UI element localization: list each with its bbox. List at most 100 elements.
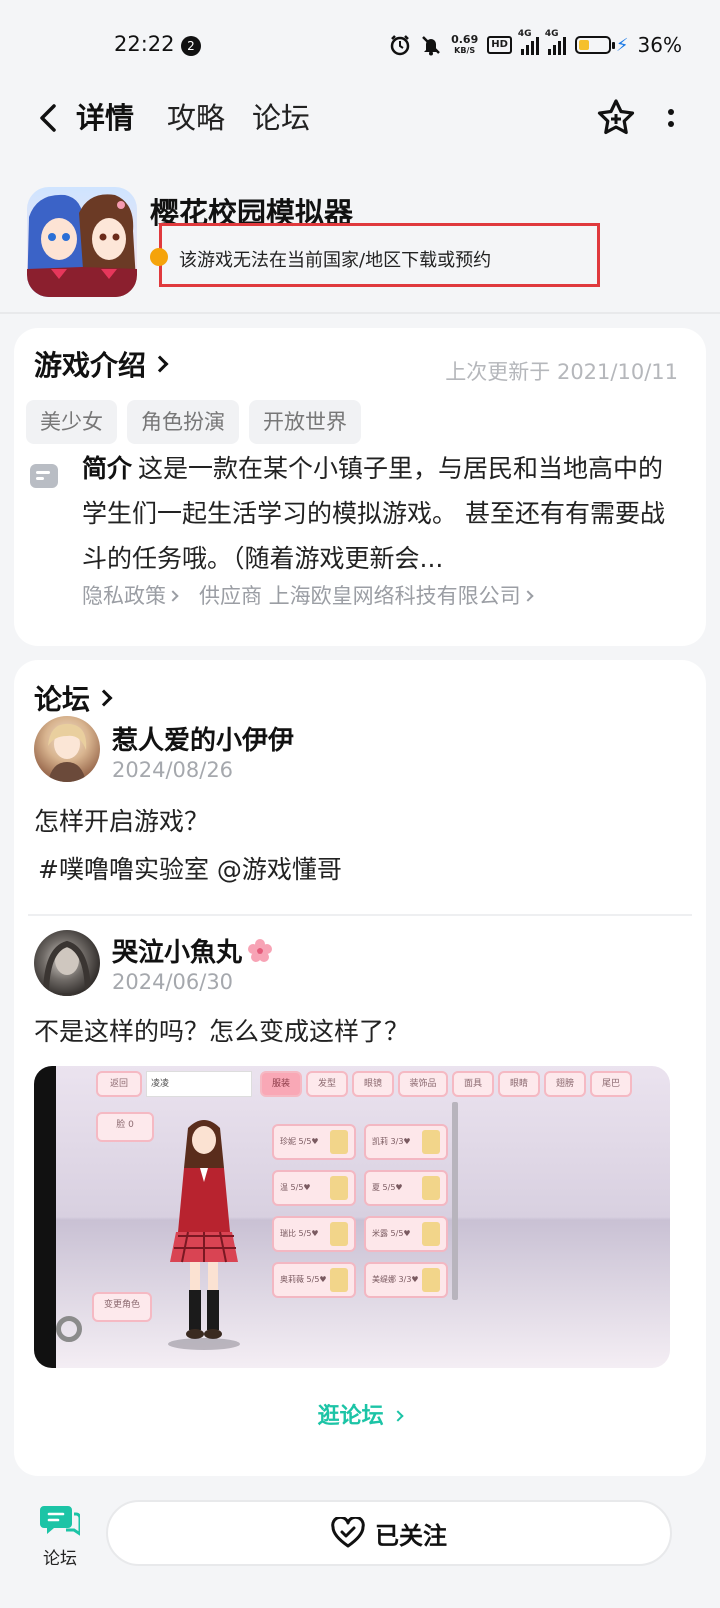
item-count: 5/5♥ bbox=[306, 1275, 327, 1284]
game-tab: 翅膀 bbox=[544, 1071, 586, 1097]
status-bar: 22:22 2 0.69 KB/S HD 4G 4G ⚡ 36% bbox=[0, 0, 720, 92]
forum-title-link[interactable]: 论坛 bbox=[34, 678, 113, 718]
notification-badge: 2 bbox=[181, 36, 201, 56]
lock-icon bbox=[330, 1176, 348, 1200]
network-speed: 0.69 KB/S bbox=[451, 34, 478, 56]
game-tab: 眼镜 bbox=[352, 1071, 394, 1097]
game-tab: 尾巴 bbox=[590, 1071, 632, 1097]
post-username[interactable]: 惹人爱的小伊伊 bbox=[112, 720, 294, 757]
item-count: 5/5♥ bbox=[382, 1183, 403, 1192]
avatar[interactable] bbox=[34, 930, 100, 996]
back-button[interactable] bbox=[28, 98, 68, 138]
lock-icon bbox=[330, 1268, 348, 1292]
battery-icon bbox=[574, 36, 615, 54]
game-character bbox=[168, 1120, 240, 1350]
browse-forum-label: 逛论坛 bbox=[317, 1404, 384, 1429]
net-speed-unit: KB/S bbox=[454, 46, 476, 55]
chevron-right-icon bbox=[151, 355, 169, 373]
more-button[interactable] bbox=[656, 98, 686, 138]
supplier-link[interactable]: 供应商 上海欧皇网络科技有限公司 bbox=[199, 580, 534, 610]
lock-icon bbox=[422, 1130, 440, 1154]
game-tab: 装饰品 bbox=[398, 1071, 448, 1097]
net-speed-value: 0.69 bbox=[451, 33, 479, 46]
chevron-right-icon bbox=[167, 590, 179, 602]
tag-chip[interactable]: 美少女 bbox=[26, 400, 117, 444]
game-item: 米露 5/5♥ bbox=[364, 1216, 448, 1252]
tab-forum[interactable]: 论坛 bbox=[252, 98, 310, 138]
game-item-grid: 珍妮 5/5♥ 凯莉 3/3♥ 温 5/5♥ 夏 5/5♥ 瑞比 5/5♥ 米露… bbox=[270, 1102, 460, 1304]
last-updated: 上次更新于 2021/10/11 bbox=[445, 360, 678, 384]
bottom-forum-label: 论坛 bbox=[43, 1549, 77, 1569]
status-icons: 0.69 KB/S HD 4G 4G ⚡ 36% bbox=[389, 29, 682, 60]
chevron-right-icon bbox=[522, 590, 534, 602]
game-tab: 服装 bbox=[260, 1071, 302, 1097]
item-name: 夏 bbox=[372, 1183, 380, 1192]
intro-links: 隐私政策 供应商 上海欧皇网络科技有限公司 bbox=[82, 580, 534, 610]
item-name: 凯莉 bbox=[372, 1137, 388, 1146]
browse-forum-link[interactable]: 逛论坛 bbox=[14, 1398, 706, 1430]
intro-description[interactable]: 简介 这是一款在某个小镇子里，与居民和当地高中的学生们一起生活学习的模拟游戏。 甚… bbox=[82, 446, 682, 581]
sakura-icon bbox=[248, 939, 273, 962]
tag-chip[interactable]: 开放世界 bbox=[249, 400, 361, 444]
game-back-button: 返回 bbox=[96, 1071, 142, 1097]
post-text[interactable]: 不是这样的吗？怎么变成这样了？ bbox=[34, 1010, 409, 1054]
forum-title: 论坛 bbox=[34, 683, 91, 716]
supplier-label: 供应商 上海欧皇网络科技有限公司 bbox=[199, 584, 521, 608]
tab-details[interactable]: 详情 bbox=[73, 98, 137, 138]
item-name: 米露 bbox=[372, 1229, 388, 1238]
item-count: 5/5♥ bbox=[298, 1137, 319, 1146]
item-count: 3/3♥ bbox=[390, 1137, 411, 1146]
item-name: 美缇娜 bbox=[372, 1275, 396, 1284]
mute-icon bbox=[420, 34, 442, 56]
tag-chip[interactable]: 角色扮演 bbox=[127, 400, 239, 444]
follow-button[interactable]: 已关注 bbox=[106, 1500, 672, 1566]
post-image[interactable]: 返回 凌凌 服装 发型 眼镜 装饰品 面具 眼睛 翅膀 尾巴 脸 0 变更角色 bbox=[34, 1066, 670, 1368]
warning-dot-icon bbox=[150, 248, 168, 266]
intro-body: 这是一款在某个小镇子里，与居民和当地高中的学生们一起生活学习的模拟游戏。 甚至还… bbox=[82, 454, 665, 573]
avatar[interactable] bbox=[34, 716, 100, 782]
item-count: 3/3♥ bbox=[398, 1275, 419, 1284]
game-item: 凯莉 3/3♥ bbox=[364, 1124, 448, 1160]
divider bbox=[0, 312, 720, 314]
item-name: 珍妮 bbox=[280, 1137, 296, 1146]
post-date: 2024/06/30 bbox=[112, 970, 234, 994]
bottom-forum-button[interactable]: 论坛 bbox=[32, 1502, 88, 1572]
status-time: 22:22 bbox=[114, 32, 175, 56]
game-header: 樱花校园模拟器 该游戏无法在当前国家/地区下载或预约 bbox=[0, 180, 720, 314]
top-nav: 详情 攻略 论坛 bbox=[0, 92, 720, 152]
signal-tag-2: 4G bbox=[544, 29, 559, 39]
image-letterbox bbox=[34, 1066, 56, 1368]
page: 22:22 2 0.69 KB/S HD 4G 4G ⚡ 36% 详情 攻略 论… bbox=[0, 0, 720, 1608]
alarm-icon bbox=[389, 34, 411, 56]
intro-title: 游戏介绍 bbox=[34, 349, 147, 382]
post-username[interactable]: 哭泣小魚丸 bbox=[112, 932, 274, 969]
item-name: 温 bbox=[280, 1183, 288, 1192]
game-face-button: 脸 0 bbox=[96, 1112, 154, 1142]
privacy-link[interactable]: 隐私政策 bbox=[82, 580, 179, 610]
heart-check-icon bbox=[331, 1517, 365, 1548]
signal-icon-2: 4G bbox=[545, 29, 566, 55]
item-name: 奥莉薇 bbox=[280, 1275, 304, 1284]
follow-label: 已关注 bbox=[375, 1521, 447, 1550]
game-item: 瑞比 5/5♥ bbox=[272, 1216, 356, 1252]
game-item: 温 5/5♥ bbox=[272, 1170, 356, 1206]
post-text[interactable]: 怎样开启游戏？ bbox=[34, 800, 209, 844]
lock-icon bbox=[422, 1222, 440, 1246]
game-tab: 眼睛 bbox=[498, 1071, 540, 1097]
post-topics[interactable]: #噗噜噜实验室 @游戏懂哥 bbox=[38, 850, 342, 886]
tag-list: 美少女 角色扮演 开放世界 bbox=[26, 400, 361, 444]
lock-icon bbox=[330, 1130, 348, 1154]
record-ring-icon bbox=[56, 1316, 82, 1342]
game-item: 夏 5/5♥ bbox=[364, 1170, 448, 1206]
tab-guide[interactable]: 攻略 bbox=[167, 98, 225, 138]
description-icon bbox=[30, 464, 58, 488]
privacy-label: 隐私政策 bbox=[82, 584, 166, 608]
chevron-right-icon bbox=[392, 1410, 405, 1422]
favorite-button[interactable] bbox=[594, 96, 638, 140]
bottom-action-bar: 论坛 已关注 bbox=[0, 1490, 720, 1608]
intro-title-link[interactable]: 游戏介绍 bbox=[34, 344, 169, 384]
divider bbox=[28, 914, 692, 916]
game-scrollbar bbox=[452, 1102, 458, 1300]
game-icon[interactable] bbox=[27, 187, 137, 297]
item-count: 5/5♥ bbox=[298, 1229, 319, 1238]
